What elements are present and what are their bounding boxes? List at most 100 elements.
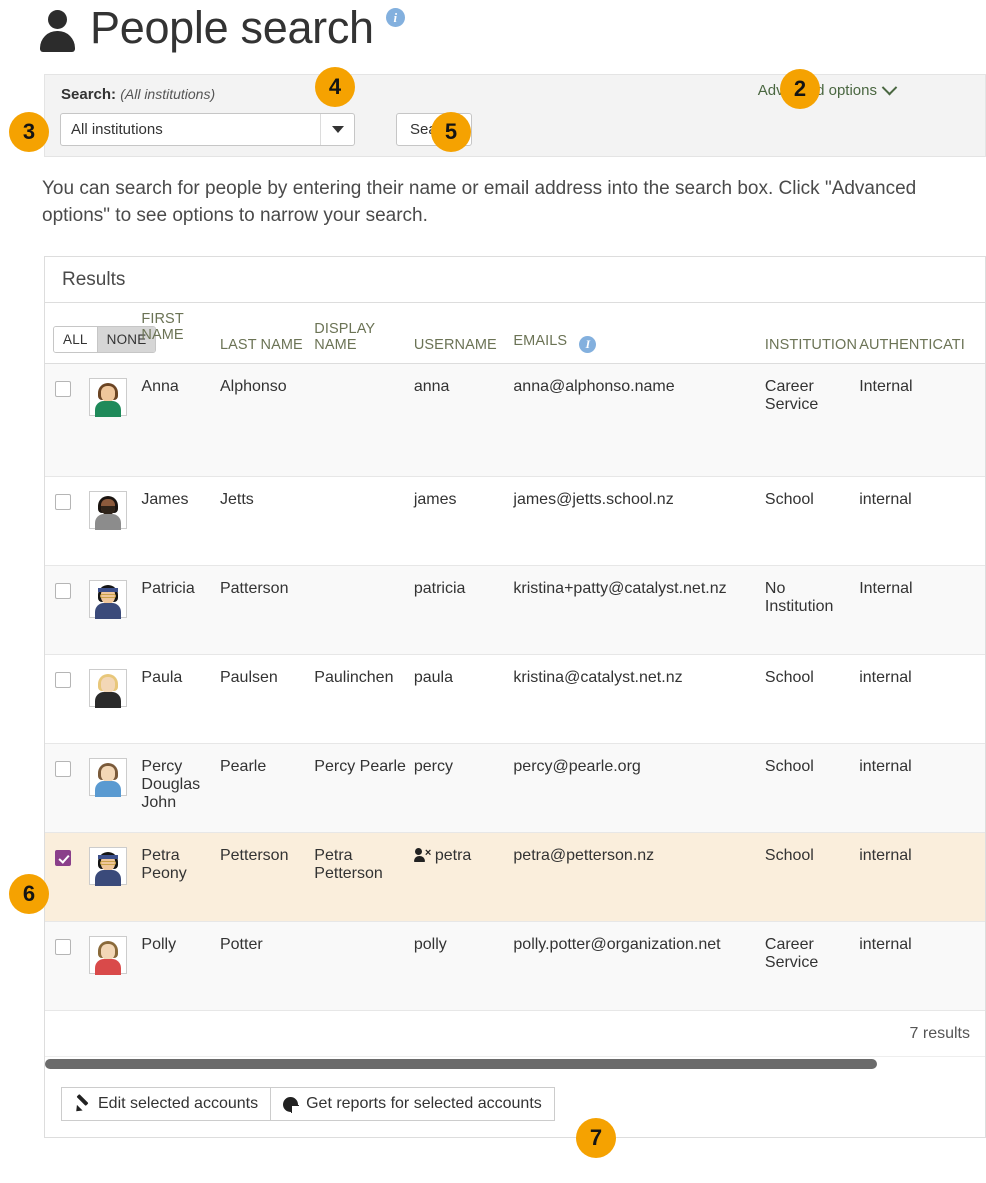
results-footer: Edit selected accounts Get reports for s… — [45, 1072, 985, 1137]
row-last-name[interactable]: Jetts — [220, 477, 314, 566]
table-row[interactable]: Petra Peony Petterson Petra Petterson ×p… — [45, 833, 985, 922]
pie-chart-icon — [283, 1097, 298, 1112]
table-row[interactable]: Percy Douglas John Pearle Percy Pearle p… — [45, 744, 985, 833]
column-header-username[interactable]: USERNAME — [414, 303, 514, 364]
select-all-button[interactable]: ALL — [54, 327, 98, 352]
emails-info-icon[interactable]: i — [579, 336, 596, 353]
callout-badge-5: 5 — [431, 112, 471, 152]
user-times-icon: × — [414, 848, 433, 862]
column-header-last-name[interactable]: LAST NAME — [220, 303, 314, 364]
row-username-cell[interactable]: ×petra — [414, 833, 514, 922]
row-checkbox[interactable] — [55, 672, 71, 688]
row-display-name: Percy Pearle — [314, 744, 414, 833]
avatar — [89, 847, 127, 885]
table-row[interactable]: Anna Alphonso anna anna@alphonso.name Ca… — [45, 364, 985, 477]
row-institution: School — [765, 477, 859, 566]
row-first-name[interactable]: Anna — [141, 364, 220, 477]
row-checkbox[interactable] — [55, 494, 71, 510]
horizontal-scrollbar[interactable] — [45, 1056, 985, 1072]
row-username[interactable]: james — [414, 477, 514, 566]
row-checkbox[interactable] — [55, 761, 71, 777]
row-email: percy@pearle.org — [513, 744, 765, 833]
row-checkbox[interactable] — [55, 850, 71, 866]
row-last-name[interactable]: Patterson — [220, 566, 314, 655]
search-label-prefix: Search: — [61, 86, 116, 103]
row-institution: Career Service — [765, 364, 859, 477]
chevron-down-icon[interactable] — [320, 114, 354, 145]
row-last-name[interactable]: Paulsen — [220, 655, 314, 744]
person-icon — [38, 4, 78, 52]
row-first-name[interactable]: Percy Douglas John — [141, 744, 220, 833]
results-card-title: Results — [45, 257, 985, 303]
search-label-scope: (All institutions) — [120, 86, 215, 102]
column-header-first-name-label: FIRST NAME — [141, 311, 216, 343]
row-email: kristina@catalyst.net.nz — [513, 655, 765, 744]
callout-badge-2: 2 — [780, 69, 820, 109]
table-row[interactable]: Patricia Patterson patricia kristina+pat… — [45, 566, 985, 655]
column-header-first-name[interactable]: FIRST NAME — [141, 303, 220, 364]
row-first-name[interactable]: Petra Peony — [141, 833, 220, 922]
row-checkbox-cell[interactable] — [45, 655, 89, 744]
avatar — [89, 669, 127, 707]
avatar — [89, 758, 127, 796]
page-header: People search i — [38, 4, 405, 52]
get-reports-button[interactable]: Get reports for selected accounts — [271, 1087, 555, 1121]
row-username[interactable]: patricia — [414, 566, 514, 655]
chevron-down-icon — [882, 80, 898, 96]
results-table: ALL NONE FIRST NAME LAST NAME DISPLAY NA… — [45, 303, 985, 1011]
search-label: Search: (All institutions) — [61, 86, 215, 103]
row-avatar-cell — [89, 477, 141, 566]
row-username[interactable]: petra — [435, 847, 471, 864]
avatar — [89, 378, 127, 416]
row-checkbox-cell[interactable] — [45, 364, 89, 477]
row-username[interactable]: percy — [414, 744, 514, 833]
row-institution: No Institution — [765, 566, 859, 655]
row-institution: School — [765, 833, 859, 922]
table-row[interactable]: Polly Potter polly polly.potter@organiza… — [45, 922, 985, 1011]
callout-badge-6: 6 — [9, 874, 49, 914]
institution-select[interactable]: All institutions — [60, 113, 355, 146]
results-count: 7 results — [45, 1011, 985, 1056]
row-checkbox-cell[interactable] — [45, 922, 89, 1011]
row-avatar-cell — [89, 655, 141, 744]
callout-badge-4: 4 — [315, 67, 355, 107]
people-search-page: People search i Search: (All institution… — [0, 0, 986, 1183]
column-header-emails-label: EMAILS — [513, 333, 567, 349]
row-first-name[interactable]: James — [141, 477, 220, 566]
advanced-options-toggle[interactable]: Advanced options — [758, 82, 895, 99]
row-last-name[interactable]: Alphonso — [220, 364, 314, 477]
row-first-name[interactable]: Patricia — [141, 566, 220, 655]
edit-selected-accounts-button[interactable]: Edit selected accounts — [61, 1087, 271, 1121]
row-email: kristina+patty@catalyst.net.nz — [513, 566, 765, 655]
row-email: petra@petterson.nz — [513, 833, 765, 922]
row-username[interactable]: anna — [414, 364, 514, 477]
row-checkbox[interactable] — [55, 583, 71, 599]
row-checkbox-cell[interactable] — [45, 477, 89, 566]
column-header-institution[interactable]: INSTITUTION — [765, 303, 859, 364]
row-last-name[interactable]: Petterson — [220, 833, 314, 922]
row-institution: School — [765, 655, 859, 744]
row-username[interactable]: paula — [414, 655, 514, 744]
page-title: People search — [90, 4, 374, 51]
row-checkbox[interactable] — [55, 939, 71, 955]
column-header-display-name[interactable]: DISPLAY NAME — [314, 303, 414, 364]
row-email: james@jetts.school.nz — [513, 477, 765, 566]
page-info-icon[interactable]: i — [386, 8, 405, 27]
row-checkbox[interactable] — [55, 381, 71, 397]
row-checkbox-cell[interactable] — [45, 833, 89, 922]
row-first-name[interactable]: Paula — [141, 655, 220, 744]
row-last-name[interactable]: Pearle — [220, 744, 314, 833]
avatar — [89, 580, 127, 618]
table-row[interactable]: James Jetts james james@jetts.school.nz … — [45, 477, 985, 566]
row-checkbox-cell[interactable] — [45, 744, 89, 833]
row-display-name — [314, 364, 414, 477]
row-username[interactable]: polly — [414, 922, 514, 1011]
row-last-name[interactable]: Potter — [220, 922, 314, 1011]
row-authentication: Internal — [859, 566, 985, 655]
table-row[interactable]: Paula Paulsen Paulinchen paula kristina@… — [45, 655, 985, 744]
column-header-emails[interactable]: EMAILS i — [513, 303, 765, 364]
row-first-name[interactable]: Polly — [141, 922, 220, 1011]
horizontal-scrollbar-thumb[interactable] — [45, 1059, 877, 1069]
column-header-authentication[interactable]: AUTHENTICATI — [859, 303, 985, 364]
row-checkbox-cell[interactable] — [45, 566, 89, 655]
